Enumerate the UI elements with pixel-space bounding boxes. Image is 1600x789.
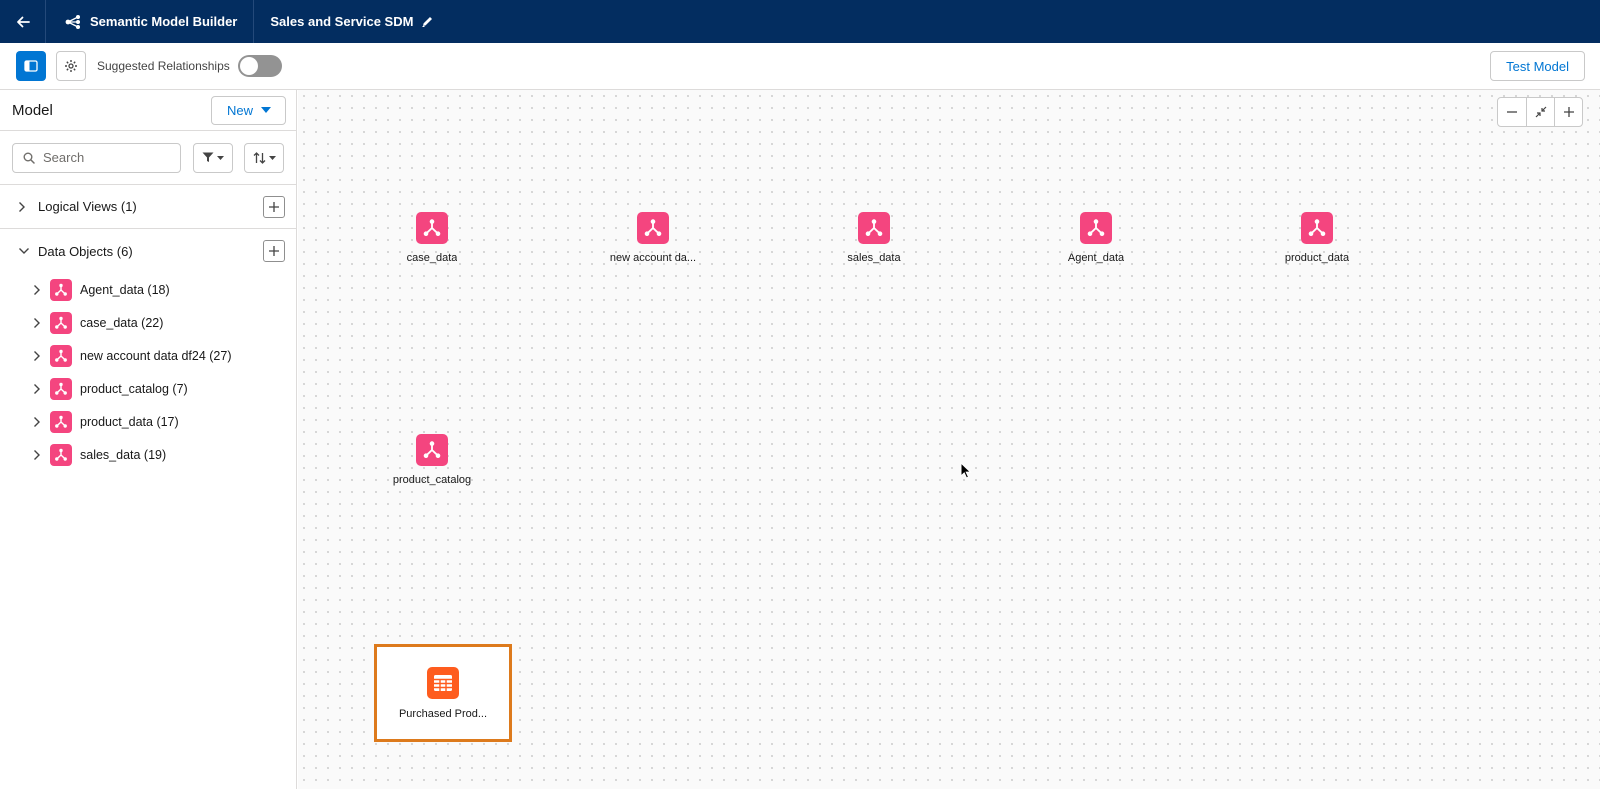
list-item[interactable]: new account data df24 (27) xyxy=(0,339,296,372)
model-canvas[interactable]: case_data new account da... sales_data A… xyxy=(298,90,1600,789)
semantic-model-icon xyxy=(65,14,80,29)
data-object-icon xyxy=(858,212,890,244)
data-object-icon xyxy=(1080,212,1112,244)
list-item[interactable]: sales_data (19) xyxy=(0,438,296,471)
canvas-node-case-data[interactable]: case_data xyxy=(367,212,497,264)
data-object-icon xyxy=(50,311,72,334)
data-object-list: Agent_data (18) case_data (22) new accou… xyxy=(0,273,296,471)
node-label: product_catalog xyxy=(392,474,472,486)
app-title-text: Semantic Model Builder xyxy=(90,14,238,29)
chevron-right-icon[interactable] xyxy=(33,383,43,395)
logical-views-section[interactable]: Logical Views (1) xyxy=(0,185,296,229)
search-input[interactable] xyxy=(43,150,163,165)
new-button[interactable]: New xyxy=(210,95,286,125)
canvas-node-product-data[interactable]: product_data xyxy=(1252,212,1382,264)
model-title-text: Sales and Service SDM xyxy=(270,14,414,29)
plus-icon xyxy=(269,202,279,212)
node-label: new account da... xyxy=(609,252,697,264)
data-object-icon xyxy=(1301,212,1333,244)
search-box[interactable] xyxy=(12,142,182,173)
chevron-right-icon[interactable] xyxy=(33,449,43,461)
data-object-icon xyxy=(416,212,448,244)
gear-icon xyxy=(65,60,77,72)
zoom-controls xyxy=(1497,97,1583,127)
zoom-out-button[interactable] xyxy=(1498,98,1526,126)
node-label: sales_data xyxy=(847,252,901,264)
back-button[interactable] xyxy=(0,0,46,43)
minus-icon xyxy=(1507,111,1517,113)
sidebar-title: Model xyxy=(12,101,53,119)
app-title: Semantic Model Builder xyxy=(46,0,255,43)
chevron-right-icon[interactable] xyxy=(33,416,43,428)
list-item[interactable]: product_data (17) xyxy=(0,405,296,438)
canvas-node-sales-data[interactable]: sales_data xyxy=(809,212,939,264)
chevron-down-icon xyxy=(268,155,276,160)
caret-down-icon xyxy=(261,107,271,113)
builder-toolbar: Suggested Relationships Test Model xyxy=(0,43,1600,90)
settings-button[interactable] xyxy=(56,51,86,81)
canvas-node-purchased-products-selected[interactable]: Purchased Prod... xyxy=(374,644,512,742)
data-objects-section[interactable]: Data Objects (6) xyxy=(0,229,296,273)
model-sidebar: Model New Logical Views (1) xyxy=(0,90,297,789)
global-header: Semantic Model Builder Sales and Service… xyxy=(0,0,1600,43)
mouse-cursor-icon xyxy=(960,462,972,479)
add-data-object-button[interactable] xyxy=(263,240,285,262)
fit-to-screen-button[interactable] xyxy=(1526,98,1554,126)
filter-icon xyxy=(202,152,214,162)
suggested-relationships-label: Suggested Relationships xyxy=(97,59,230,73)
data-object-icon xyxy=(637,212,669,244)
data-object-label: Agent_data (18) xyxy=(80,282,170,297)
data-object-label: new account data df24 (27) xyxy=(80,348,232,363)
chevron-down-icon[interactable] xyxy=(18,247,32,255)
data-objects-label: Data Objects (6) xyxy=(38,243,133,259)
node-label: product_data xyxy=(1284,252,1350,264)
chevron-down-icon xyxy=(217,155,225,160)
logical-views-label: Logical Views (1) xyxy=(38,199,137,214)
chevron-right-icon[interactable] xyxy=(18,201,32,213)
sort-button[interactable] xyxy=(244,142,285,173)
chevron-right-icon[interactable] xyxy=(33,284,43,296)
canvas-node-agent-data[interactable]: Agent_data xyxy=(1031,212,1161,264)
new-button-label: New xyxy=(226,102,253,118)
sidebar-header: Model New xyxy=(0,90,296,131)
add-logical-view-button[interactable] xyxy=(263,196,285,218)
plus-icon xyxy=(269,246,279,256)
node-label: case_data xyxy=(406,252,458,264)
test-model-button[interactable]: Test Model xyxy=(1490,51,1585,81)
model-title: Sales and Service SDM xyxy=(254,14,434,29)
data-object-label: product_catalog (7) xyxy=(80,381,188,396)
list-item[interactable]: case_data (22) xyxy=(0,306,296,339)
node-label: Purchased Prod... xyxy=(398,707,488,720)
panel-left-icon xyxy=(24,60,38,72)
search-row xyxy=(0,131,296,185)
plus-icon xyxy=(1563,107,1574,117)
data-object-icon xyxy=(50,278,72,301)
canvas-node-new-account-data[interactable]: new account da... xyxy=(588,212,718,264)
shrink-icon xyxy=(1535,106,1546,118)
zoom-in-button[interactable] xyxy=(1554,98,1582,126)
edit-pencil-icon[interactable] xyxy=(421,15,434,28)
data-object-label: sales_data (19) xyxy=(80,447,167,462)
chevron-right-icon[interactable] xyxy=(33,317,43,329)
suggested-relationships-toggle[interactable] xyxy=(237,55,282,77)
toggle-knob xyxy=(239,57,258,75)
data-object-label: case_data (22) xyxy=(80,315,164,330)
list-item[interactable]: Agent_data (18) xyxy=(0,273,296,306)
data-object-icon xyxy=(416,434,448,466)
data-object-icon xyxy=(50,344,72,367)
data-object-icon xyxy=(50,377,72,400)
chevron-right-icon[interactable] xyxy=(33,350,43,362)
data-object-label: product_data (17) xyxy=(80,414,179,429)
back-arrow-icon xyxy=(16,16,30,27)
node-label: Agent_data xyxy=(1067,252,1125,264)
canvas-node-product-catalog[interactable]: product_catalog xyxy=(367,434,497,486)
data-object-icon xyxy=(50,443,72,466)
search-icon xyxy=(23,152,35,164)
filter-button[interactable] xyxy=(193,142,234,173)
data-object-icon xyxy=(50,410,72,433)
table-icon xyxy=(427,666,459,699)
sort-icon xyxy=(253,151,266,164)
list-item[interactable]: product_catalog (7) xyxy=(0,372,296,405)
toggle-panel-button[interactable] xyxy=(16,51,46,81)
